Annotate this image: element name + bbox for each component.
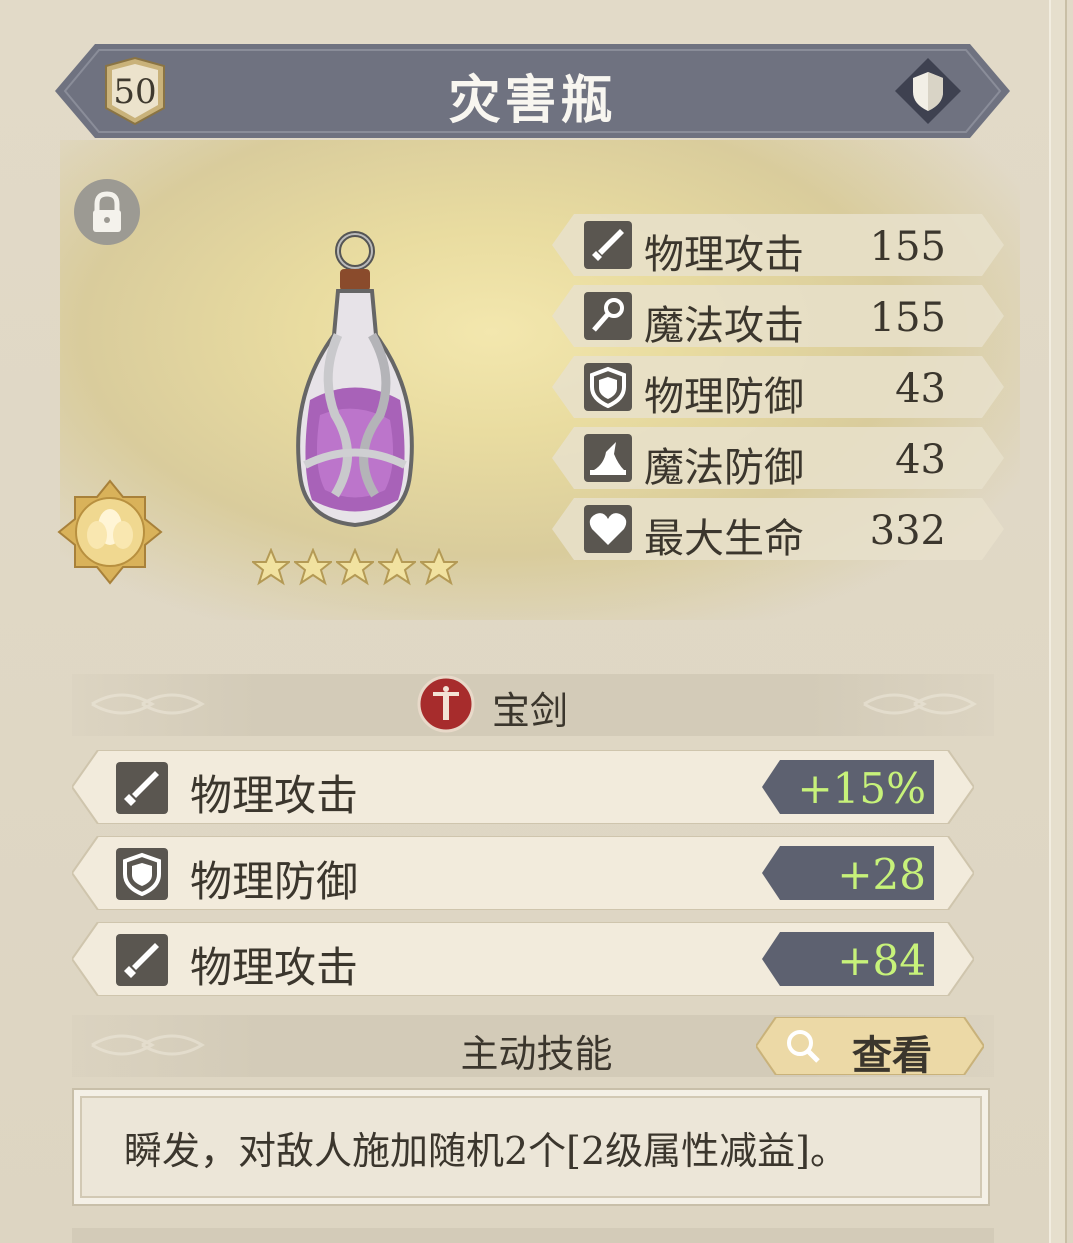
stat-row: 魔法攻击 155	[552, 285, 1004, 349]
equipment-type-label: 宝剑	[492, 689, 569, 733]
stat-label: 魔法防御	[644, 445, 804, 491]
stat-value: 332	[869, 508, 946, 554]
stat-value: 43	[895, 366, 946, 412]
title-bar: 50 灾害瓶	[55, 44, 1010, 138]
stat-value: 155	[869, 295, 946, 341]
star-icon	[378, 548, 416, 586]
stat-row: 物理攻击 155	[552, 214, 1004, 278]
sub-stat-label: 物理攻击	[190, 943, 359, 992]
stat-row: 最大生命 332	[552, 498, 1004, 562]
item-image	[280, 225, 430, 545]
stat-label: 物理攻击	[644, 232, 804, 278]
stat-value: 43	[895, 437, 946, 483]
sub-stat-value-pill: +15%	[762, 760, 934, 814]
ornament-right	[863, 693, 977, 715]
stat-value: 155	[869, 224, 946, 270]
shield-icon	[584, 363, 632, 411]
sword-emblem-icon	[417, 675, 475, 733]
view-skill-button[interactable]: 查看	[756, 1017, 984, 1079]
stat-row: 物理防御 43	[552, 356, 1004, 420]
item-name: 灾害瓶	[448, 70, 617, 131]
star-rating	[252, 548, 462, 588]
sub-stat-value-pill: +28	[762, 846, 934, 900]
staff-icon	[584, 292, 632, 340]
skill-description: 瞬发，对敌人施加随机2个[2级属性减益]。	[124, 1129, 849, 1173]
shield-icon	[116, 848, 168, 900]
stat-row: 魔法防御 43	[552, 427, 1004, 491]
star-icon	[336, 548, 374, 586]
sub-stat-row: 物理防御 +28	[72, 836, 974, 910]
sub-stat-value: +84	[837, 936, 926, 985]
sub-stat-value-pill: +84	[762, 932, 934, 986]
sword-icon	[116, 934, 168, 986]
skill-description-box: 瞬发，对敌人施加随机2个[2级属性减益]。	[72, 1088, 990, 1206]
rank-emblem-icon[interactable]	[55, 477, 165, 587]
stat-label: 物理防御	[644, 374, 804, 420]
ornament-left	[91, 693, 205, 715]
search-icon	[784, 1027, 822, 1065]
sword-icon	[116, 762, 168, 814]
view-button-label: 查看	[852, 1032, 932, 1079]
sub-stat-row: 物理攻击 +15%	[72, 750, 974, 824]
sub-stat-label: 物理防御	[190, 857, 359, 906]
lock-icon[interactable]	[72, 177, 142, 247]
star-icon	[252, 548, 290, 586]
sub-stat-value: +15%	[797, 764, 926, 813]
star-icon	[420, 548, 458, 586]
sub-stat-label: 物理攻击	[190, 771, 359, 820]
sword-icon	[584, 221, 632, 269]
heart-icon	[584, 505, 632, 553]
stat-label: 魔法攻击	[644, 303, 804, 349]
star-icon	[294, 548, 332, 586]
stat-label: 最大生命	[644, 516, 804, 562]
sub-stat-row: 物理攻击 +84	[72, 922, 974, 996]
next-section-band	[72, 1228, 994, 1243]
wizard-hat-icon	[584, 434, 632, 482]
equipment-type-shield-icon[interactable]	[893, 56, 963, 126]
sub-stat-value: +28	[837, 850, 926, 899]
